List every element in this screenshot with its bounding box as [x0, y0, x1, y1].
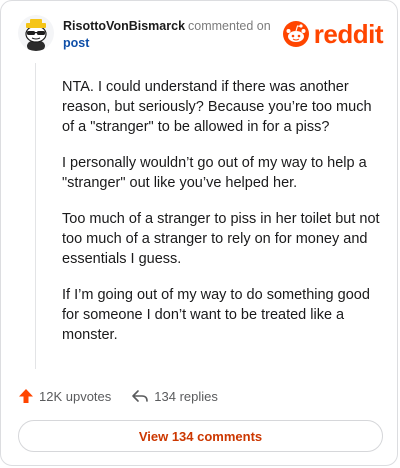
comment-paragraph: I personally wouldn’t go out of my way t… — [62, 155, 367, 191]
comment-meta: RisottoVonBismarck commented on post — [63, 18, 283, 52]
replies-button[interactable]: 134 replies — [131, 388, 218, 404]
comment-paragraph: If I’m going out of my way to do somethi… — [62, 287, 370, 343]
comment-paragraph: NTA. I could understand if there was ano… — [62, 79, 372, 135]
view-comments-button[interactable]: View 134 comments — [18, 420, 383, 452]
post-link[interactable]: post — [63, 35, 283, 52]
snoo-avatar-with-sunglasses-icon — [25, 19, 47, 51]
comment-paragraph: Too much of a stranger to piss in her to… — [62, 211, 380, 267]
thread-line — [35, 63, 36, 369]
username-link[interactable]: RisottoVonBismarck — [63, 19, 185, 33]
comment-actions: 12K upvotes 134 replies — [18, 386, 238, 406]
comment-card: RisottoVonBismarck commented on post redd… — [0, 0, 398, 466]
upvote-count: 12K upvotes — [39, 388, 112, 404]
comment-header: RisottoVonBismarck commented on post redd… — [18, 11, 384, 55]
upvote-button[interactable]: 12K upvotes — [18, 388, 111, 404]
commented-on-label: commented on — [188, 19, 271, 33]
reply-arrow-icon — [132, 390, 149, 402]
comment-body: NTA. I could understand if there was ano… — [62, 77, 380, 361]
reddit-logo[interactable]: reddit — [282, 19, 384, 49]
snoo-icon — [282, 21, 309, 47]
reddit-wordmark: reddit — [313, 19, 384, 49]
user-avatar[interactable] — [18, 15, 54, 51]
reply-count: 134 replies — [154, 388, 218, 404]
upvote-arrow-icon — [19, 389, 33, 403]
